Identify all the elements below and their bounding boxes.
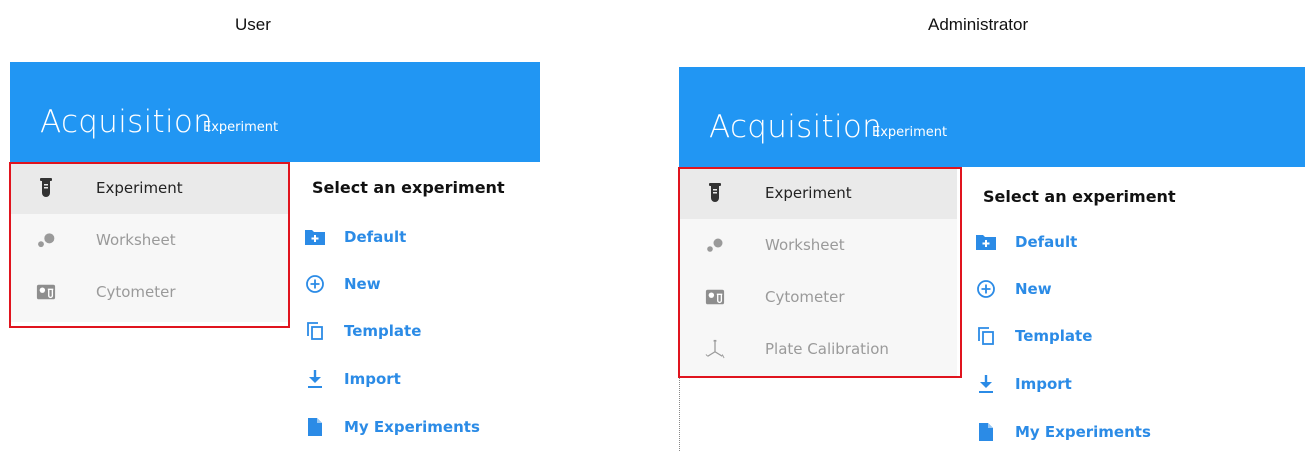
content-heading: Select an experiment (983, 187, 1176, 206)
nav-highlight-user (9, 162, 290, 328)
circle-plus-icon (975, 278, 997, 300)
download-icon (304, 368, 326, 390)
app-subtitle: Experiment (872, 125, 948, 140)
nav-highlight-admin (678, 167, 962, 378)
document-icon (304, 416, 326, 438)
app-header: Acquisition Experiment (679, 67, 1305, 167)
app-header: Acquisition Experiment (10, 62, 540, 162)
new-action[interactable]: New (975, 274, 1052, 304)
action-label: Import (1015, 375, 1072, 393)
action-label: My Experiments (1015, 423, 1151, 441)
app-title: Acquisition (40, 104, 214, 140)
action-label: Default (344, 228, 407, 246)
caption-user: User (235, 15, 271, 34)
template-action[interactable]: Template (304, 316, 421, 346)
import-action[interactable]: Import (304, 364, 401, 394)
import-action[interactable]: Import (975, 369, 1072, 399)
default-action[interactable]: Default (975, 227, 1077, 257)
copy-icon (304, 320, 326, 342)
app-title: Acquisition (709, 109, 883, 145)
action-label: New (1015, 280, 1052, 298)
experiment-content: Select an experiment Default New Templat… (288, 162, 540, 451)
document-icon (975, 421, 997, 443)
action-label: Import (344, 370, 401, 388)
folder-plus-icon (304, 226, 326, 248)
content-heading: Select an experiment (312, 178, 505, 197)
my-experiments-action[interactable]: My Experiments (304, 412, 480, 442)
action-label: New (344, 275, 381, 293)
circle-plus-icon (304, 273, 326, 295)
action-label: Template (344, 322, 422, 340)
my-experiments-action[interactable]: My Experiments (975, 417, 1151, 447)
folder-plus-icon (975, 231, 997, 253)
action-label: Default (1015, 233, 1078, 251)
new-action[interactable]: New (304, 269, 381, 299)
download-icon (975, 373, 997, 395)
template-action[interactable]: Template (975, 321, 1092, 351)
experiment-content: Select an experiment Default New Templat… (959, 167, 1305, 451)
action-label: Template (1015, 327, 1093, 345)
caption-administrator: Administrator (928, 15, 1029, 34)
action-label: My Experiments (344, 418, 480, 436)
copy-icon (975, 325, 997, 347)
app-subtitle: Experiment (203, 120, 279, 135)
default-action[interactable]: Default (304, 222, 406, 252)
